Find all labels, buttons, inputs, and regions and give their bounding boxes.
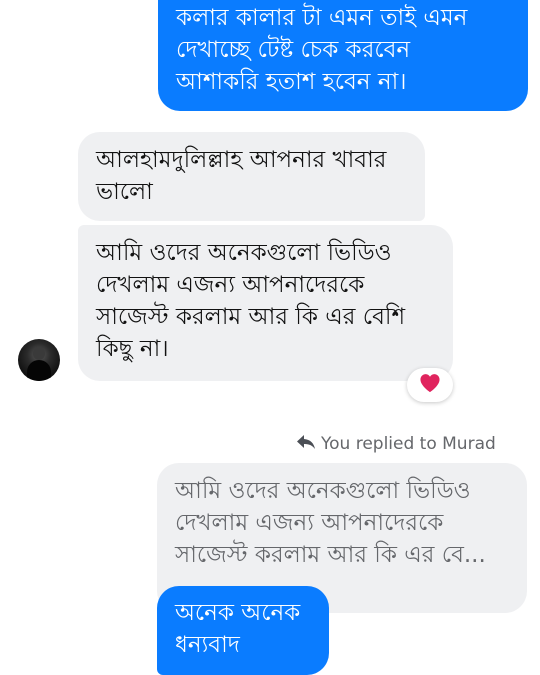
reply-arrow-icon [296, 434, 321, 455]
reply-indicator-text: You replied to Murad [321, 434, 496, 454]
red-heart-icon [419, 373, 441, 397]
avatar-figure-head [33, 347, 45, 360]
incoming-message-bubble[interactable]: আলহামদুলিল্লাহ আপনার খাবার ভালো [78, 132, 425, 221]
incoming-message-bubble[interactable]: আমি ওদের অনেকগুলো ভিডিও দেখলাম এজন্য আপন… [78, 225, 453, 381]
reply-indicator: You replied to Murad [296, 432, 496, 456]
avatar-figure-body [27, 360, 51, 381]
outgoing-message-bubble[interactable]: অনেক অনেক ধন্যবাদ [157, 586, 329, 675]
outgoing-message-bubble[interactable]: কলার কালার টা এমন তাই এমন দেখাচ্ছে টেষ্ট… [158, 0, 528, 111]
message-reaction[interactable] [407, 368, 453, 402]
contact-avatar[interactable] [18, 339, 60, 381]
